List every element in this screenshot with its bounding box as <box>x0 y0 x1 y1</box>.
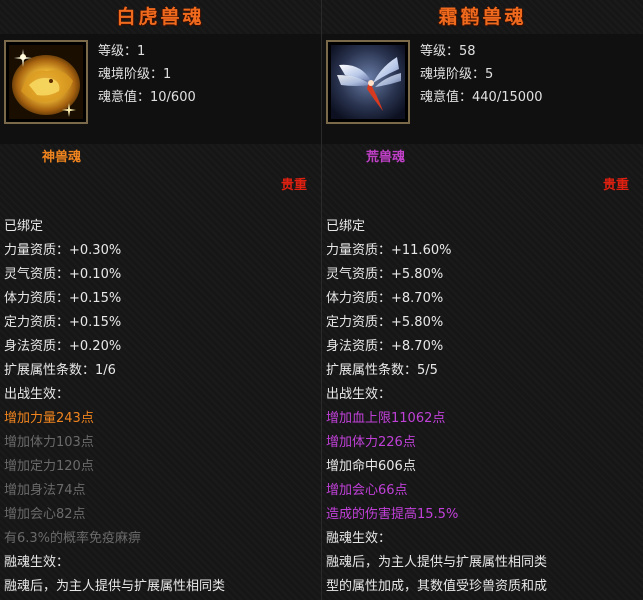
left-soul-title: 白虎兽魂 <box>116 6 205 28</box>
attribute-line: 型的属性加成，其数值受珍兽资质和成 <box>326 579 548 594</box>
left-rarity-label: 贵重 <box>280 178 307 193</box>
stat-soul-value: 魂意值：10/600 <box>98 90 196 105</box>
attribute-line: 增加身法74点 <box>4 483 86 498</box>
attribute-line: 增加血上限11062点 <box>326 411 446 426</box>
attribute-line: 身法资质：+0.20% <box>4 339 122 354</box>
attribute-line: 力量资质：+0.30% <box>4 243 122 258</box>
attribute-line: 增加定力120点 <box>4 459 94 474</box>
left-soul-stats: 等级：1 魂境阶级：1 魂意值：10/600 <box>98 40 196 109</box>
attribute-line: 融魂后，为主人提供与扩展属性相同类 <box>326 555 548 570</box>
attribute-line: 已绑定 <box>326 219 366 234</box>
attribute-line: 力量资质：+11.60% <box>326 243 452 258</box>
attribute-line: 增加体力103点 <box>4 435 94 450</box>
attribute-line: 出战生效： <box>326 387 392 402</box>
right-soul-icon-frame[interactable] <box>326 40 410 124</box>
attribute-line: 已绑定 <box>4 219 44 234</box>
left-attribute-list: 已绑定力量资质：+0.30% 灵气资质：+0.10% 体力资质：+0.15% 定力资质… <box>4 215 321 599</box>
right-attribute-list: 已绑定力量资质：+11.60% 灵气资质：+5.80% 体力资质：+8.70% 定力资… <box>326 215 643 599</box>
attribute-line: 体力资质：+0.15% <box>4 291 122 306</box>
right-soul-panel: 霜鹤兽魂 等级：58 魂境阶级：5 魂意值：440/15000 荒兽魂 贵重 已… <box>322 0 643 600</box>
attribute-line: 增加会心82点 <box>4 507 86 522</box>
attribute-line: 体力资质：+8.70% <box>326 291 444 306</box>
attribute-line: 造成的伤害提高15.5% <box>326 507 459 522</box>
attribute-line: 定力资质：+5.80% <box>326 315 444 330</box>
frost-crane-wing-icon <box>331 45 405 119</box>
attribute-line: 融魂后，为主人提供与扩展属性相同类 <box>4 579 226 594</box>
attribute-line: 有6.3%的概率免疫麻痹 <box>4 531 142 546</box>
stat-level: 等级：58 <box>420 44 476 59</box>
golden-tiger-spirit-icon <box>9 45 83 119</box>
attribute-line: 扩展属性条数：5/5 <box>326 363 438 378</box>
right-soul-title: 霜鹤兽魂 <box>438 6 527 28</box>
stat-realm-rank: 魂境阶级：5 <box>420 67 494 82</box>
right-soul-stats: 等级：58 魂境阶级：5 魂意值：440/15000 <box>420 40 543 109</box>
attribute-line: 身法资质：+8.70% <box>326 339 444 354</box>
attribute-line: 增加体力226点 <box>326 435 416 450</box>
right-soul-header: 等级：58 魂境阶级：5 魂意值：440/15000 <box>322 34 643 144</box>
attribute-line: 灵气资质：+5.80% <box>326 267 444 282</box>
left-soul-header: 等级：1 魂境阶级：1 魂意值：10/600 <box>0 34 321 144</box>
stat-level: 等级：1 <box>98 44 146 59</box>
attribute-line: 融魂生效： <box>4 555 70 570</box>
attribute-line: 融魂生效： <box>326 531 392 546</box>
attribute-line: 扩展属性条数：1/6 <box>4 363 116 378</box>
attribute-line: 增加力量243点 <box>4 411 94 426</box>
right-rarity-label: 贵重 <box>602 178 629 193</box>
attribute-line: 定力资质：+0.15% <box>4 315 122 330</box>
attribute-line: 灵气资质：+0.10% <box>4 267 122 282</box>
attribute-line: 增加会心66点 <box>326 483 408 498</box>
left-soul-icon-frame[interactable] <box>4 40 88 124</box>
left-soul-panel: 白虎兽魂 等级：1 魂境阶级：1 魂意值：10/600 神兽魂 贵重 已绑定 力… <box>0 0 322 600</box>
stat-realm-rank: 魂境阶级：1 <box>98 67 172 82</box>
left-soul-type: 神兽魂 <box>42 150 82 165</box>
attribute-line: 出战生效： <box>4 387 70 402</box>
stat-soul-value: 魂意值：440/15000 <box>420 90 543 105</box>
right-soul-type: 荒兽魂 <box>366 150 406 165</box>
attribute-line: 增加命中606点 <box>326 459 416 474</box>
